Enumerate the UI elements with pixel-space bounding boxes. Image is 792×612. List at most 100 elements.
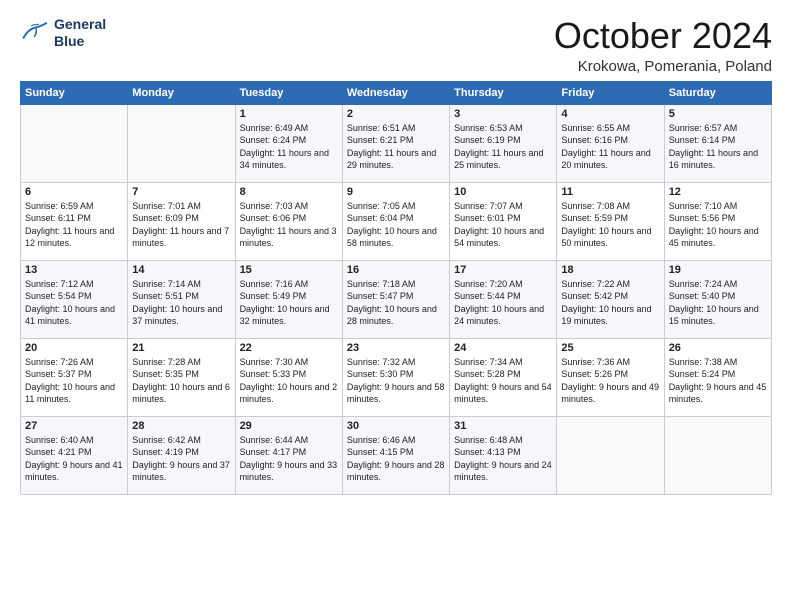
day-number: 27 [25,420,123,432]
logo-line1: General [54,16,106,33]
day-number: 4 [561,108,659,120]
day-info: Sunrise: 7:28 AMSunset: 5:35 PMDaylight:… [132,356,230,406]
day-number: 23 [347,342,445,354]
day-number: 2 [347,108,445,120]
day-info: Sunrise: 6:53 AMSunset: 6:19 PMDaylight:… [454,122,552,172]
day-info: Sunrise: 6:51 AMSunset: 6:21 PMDaylight:… [347,122,445,172]
day-number: 12 [669,186,767,198]
day-info: Sunrise: 6:57 AMSunset: 6:14 PMDaylight:… [669,122,767,172]
day-number: 5 [669,108,767,120]
calendar-cell: 21 Sunrise: 7:28 AMSunset: 5:35 PMDayligh… [128,338,235,416]
day-info: Sunrise: 7:32 AMSunset: 5:30 PMDaylight:… [347,356,445,406]
day-number: 1 [240,108,338,120]
calendar-cell: 10 Sunrise: 7:07 AMSunset: 6:01 PMDayligh… [450,182,557,260]
calendar-cell: 28Sunrise: 6:42 AMSunset: 4:19 PMDayligh… [128,416,235,494]
day-number: 31 [454,420,552,432]
day-number: 17 [454,264,552,276]
calendar-cell: 22 Sunrise: 7:30 AMSunset: 5:33 PMDayligh… [235,338,342,416]
day-number: 19 [669,264,767,276]
calendar-cell: 16 Sunrise: 7:18 AMSunset: 5:47 PMDayligh… [342,260,449,338]
calendar-cell: 30Sunrise: 6:46 AMSunset: 4:15 PMDayligh… [342,416,449,494]
day-info: Sunrise: 7:14 AMSunset: 5:51 PMDaylight:… [132,278,230,328]
day-info: Sunrise: 6:40 AMSunset: 4:21 PMDaylight:… [25,434,123,484]
calendar-cell: 17 Sunrise: 7:20 AMSunset: 5:44 PMDayligh… [450,260,557,338]
day-number: 16 [347,264,445,276]
day-number: 22 [240,342,338,354]
day-info: Sunrise: 7:16 AMSunset: 5:49 PMDaylight:… [240,278,338,328]
calendar-cell: 4Sunrise: 6:55 AMSunset: 6:16 PMDaylight… [557,104,664,182]
calendar-cell: 9 Sunrise: 7:05 AMSunset: 6:04 PMDaylight… [342,182,449,260]
calendar-cell: 1 Sunrise: 6:49 AMSunset: 6:24 PMDaylight… [235,104,342,182]
calendar-cell: 25 Sunrise: 7:36 AMSunset: 5:26 PMDayligh… [557,338,664,416]
day-number: 13 [25,264,123,276]
day-info: Sunrise: 6:44 AMSunset: 4:17 PMDaylight:… [240,434,338,484]
day-number: 6 [25,186,123,198]
day-number: 25 [561,342,659,354]
calendar-cell: 19 Sunrise: 7:24 AMSunset: 5:40 PMDayligh… [664,260,771,338]
day-number: 3 [454,108,552,120]
calendar-cell: 2 Sunrise: 6:51 AMSunset: 6:21 PMDaylight… [342,104,449,182]
day-info: Sunrise: 6:59 AMSunset: 6:11 PMDaylight:… [25,200,123,250]
day-number: 8 [240,186,338,198]
weekday-header-monday: Monday [128,81,235,104]
calendar-cell: 6 Sunrise: 6:59 AMSunset: 6:11 PMDaylight… [21,182,128,260]
calendar-cell: 7Sunrise: 7:01 AMSunset: 6:09 PMDaylight… [128,182,235,260]
weekday-header-wednesday: Wednesday [342,81,449,104]
day-info: Sunrise: 7:24 AMSunset: 5:40 PMDaylight:… [669,278,767,328]
day-info: Sunrise: 7:05 AMSunset: 6:04 PMDaylight:… [347,200,445,250]
day-info: Sunrise: 7:03 AMSunset: 6:06 PMDaylight:… [240,200,338,250]
calendar-cell: 8 Sunrise: 7:03 AMSunset: 6:06 PMDaylight… [235,182,342,260]
calendar-cell: 15 Sunrise: 7:16 AMSunset: 5:49 PMDayligh… [235,260,342,338]
calendar-cell: 26 Sunrise: 7:38 AMSunset: 5:24 PMDayligh… [664,338,771,416]
calendar-cell: 14 Sunrise: 7:14 AMSunset: 5:51 PMDayligh… [128,260,235,338]
day-info: Sunrise: 7:36 AMSunset: 5:26 PMDaylight:… [561,356,659,406]
calendar-cell: 11 Sunrise: 7:08 AMSunset: 5:59 PMDayligh… [557,182,664,260]
logo: General Blue [20,16,106,50]
calendar-cell [21,104,128,182]
calendar-cell [664,416,771,494]
calendar-cell: 5 Sunrise: 6:57 AMSunset: 6:14 PMDaylight… [664,104,771,182]
calendar-cell: 20Sunrise: 7:26 AMSunset: 5:37 PMDayligh… [21,338,128,416]
day-number: 24 [454,342,552,354]
month-title: October 2024 [554,16,772,56]
day-number: 11 [561,186,659,198]
day-info: Sunrise: 6:48 AMSunset: 4:13 PMDaylight:… [454,434,552,484]
day-number: 9 [347,186,445,198]
calendar-cell: 3 Sunrise: 6:53 AMSunset: 6:19 PMDaylight… [450,104,557,182]
day-number: 18 [561,264,659,276]
calendar-cell: 12 Sunrise: 7:10 AMSunset: 5:56 PMDayligh… [664,182,771,260]
calendar-cell: 24 Sunrise: 7:34 AMSunset: 5:28 PMDayligh… [450,338,557,416]
calendar-table: SundayMondayTuesdayWednesdayThursdayFrid… [20,81,772,495]
day-number: 21 [132,342,230,354]
day-info: Sunrise: 7:18 AMSunset: 5:47 PMDaylight:… [347,278,445,328]
day-number: 26 [669,342,767,354]
day-number: 10 [454,186,552,198]
day-number: 29 [240,420,338,432]
day-info: Sunrise: 7:12 AMSunset: 5:54 PMDaylight:… [25,278,123,328]
calendar-cell: 23 Sunrise: 7:32 AMSunset: 5:30 PMDayligh… [342,338,449,416]
day-number: 15 [240,264,338,276]
day-info: Sunrise: 6:49 AMSunset: 6:24 PMDaylight:… [240,122,338,172]
day-info: Sunrise: 7:30 AMSunset: 5:33 PMDaylight:… [240,356,338,406]
logo-line2: Blue [54,33,106,50]
day-info: Sunrise: 7:38 AMSunset: 5:24 PMDaylight:… [669,356,767,406]
day-number: 30 [347,420,445,432]
calendar-cell: 29 Sunrise: 6:44 AMSunset: 4:17 PMDayligh… [235,416,342,494]
calendar-cell: 13 Sunrise: 7:12 AMSunset: 5:54 PMDayligh… [21,260,128,338]
day-info: Sunrise: 7:10 AMSunset: 5:56 PMDaylight:… [669,200,767,250]
day-info: Sunrise: 7:08 AMSunset: 5:59 PMDaylight:… [561,200,659,250]
weekday-header-friday: Friday [557,81,664,104]
weekday-header-saturday: Saturday [664,81,771,104]
day-info: Sunrise: 7:26 AMSunset: 5:37 PMDaylight:… [25,356,123,406]
weekday-header-thursday: Thursday [450,81,557,104]
day-info: Sunrise: 7:20 AMSunset: 5:44 PMDaylight:… [454,278,552,328]
day-number: 14 [132,264,230,276]
day-number: 28 [132,420,230,432]
calendar-cell [557,416,664,494]
day-info: Sunrise: 7:34 AMSunset: 5:28 PMDaylight:… [454,356,552,406]
day-info: Sunrise: 7:07 AMSunset: 6:01 PMDaylight:… [454,200,552,250]
calendar-cell: 27 Sunrise: 6:40 AMSunset: 4:21 PMDayligh… [21,416,128,494]
weekday-header-tuesday: Tuesday [235,81,342,104]
title-block: October 2024 Krokowa, Pomerania, Poland [554,16,772,75]
weekday-header-sunday: Sunday [21,81,128,104]
